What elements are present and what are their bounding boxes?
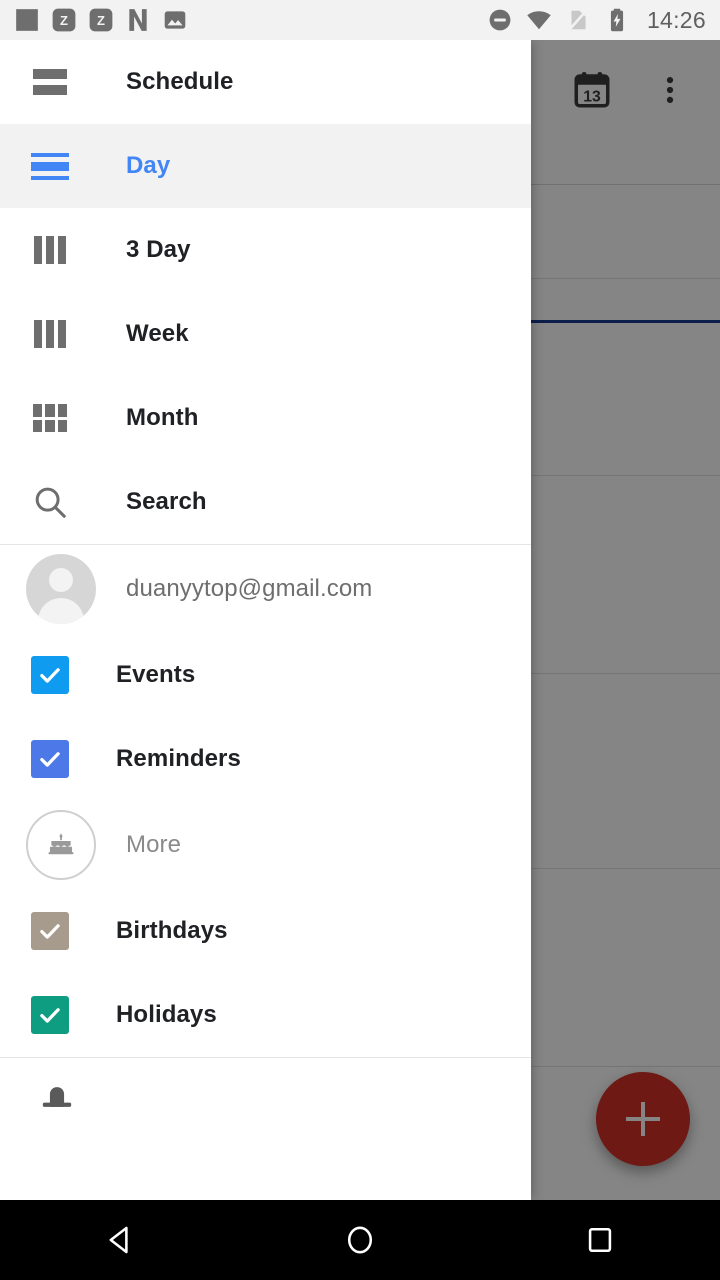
battery-charging-icon: [604, 7, 630, 33]
drawer-item-label: Week: [126, 320, 189, 348]
wifi-icon: [526, 7, 552, 33]
app-square-icon: [14, 7, 40, 33]
status-bar-system-icons: 14:26: [487, 7, 706, 34]
account-avatar: [26, 554, 96, 624]
recents-icon[interactable]: [555, 1200, 645, 1280]
drawer-item-label: Day: [126, 152, 170, 180]
calendar-toggle-holidays[interactable]: Holidays: [0, 973, 531, 1057]
status-bar-notifications: Z Z: [14, 7, 188, 33]
status-bar-clock: 14:26: [647, 7, 706, 34]
no-sim-icon: [565, 7, 591, 33]
drawer-item-label: Schedule: [126, 68, 234, 96]
week-icon: [26, 310, 74, 358]
home-icon[interactable]: [315, 1200, 405, 1280]
zoom-notification-icon: Z: [51, 7, 77, 33]
search-icon: [26, 478, 74, 526]
checkbox-checked-icon[interactable]: [31, 912, 69, 950]
calendar-label: More: [126, 831, 181, 859]
calendar-toggle-reminders[interactable]: Reminders: [0, 717, 531, 801]
screenshot-image-icon: [162, 7, 188, 33]
checkbox-checked-icon[interactable]: [31, 996, 69, 1034]
drawer-item-label: Search: [126, 488, 207, 516]
birthday-cake-icon: [26, 810, 96, 880]
schedule-icon: [26, 58, 74, 106]
calendar-toggle-events[interactable]: Events: [0, 633, 531, 717]
zoom-notification-icon-2: Z: [88, 7, 114, 33]
calendar-toggle-birthdays[interactable]: Birthdays: [0, 889, 531, 973]
calendar-label: Holidays: [116, 1001, 217, 1029]
month-icon: [26, 394, 74, 442]
status-bar: Z Z: [0, 0, 720, 40]
calendar-label: Events: [116, 661, 195, 689]
system-navigation-bar: [0, 1200, 720, 1280]
calendar-label: Birthdays: [116, 917, 228, 945]
back-icon[interactable]: [75, 1200, 165, 1280]
settings-icon-partial[interactable]: [0, 1058, 531, 1108]
drawer-item-three-day[interactable]: 3 Day: [0, 208, 531, 292]
calendar-more-row[interactable]: More: [0, 801, 531, 889]
drawer-item-label: Month: [126, 404, 198, 432]
do-not-disturb-icon: [487, 7, 513, 33]
drawer-item-day[interactable]: Day: [0, 124, 531, 208]
drawer-item-label: 3 Day: [126, 236, 191, 264]
drawer-item-week[interactable]: Week: [0, 292, 531, 376]
drawer-item-schedule[interactable]: Schedule: [0, 40, 531, 124]
checkbox-checked-icon[interactable]: [31, 656, 69, 694]
account-row[interactable]: duanyytop@gmail.com: [0, 545, 531, 633]
three-day-icon: [26, 226, 74, 274]
day-view-icon: [26, 142, 74, 190]
zoom-icon-glyph: Z: [60, 13, 68, 28]
calendar-label: Reminders: [116, 745, 241, 773]
drawer-item-month[interactable]: Month: [0, 376, 531, 460]
netflix-notification-icon: [125, 7, 151, 33]
navigation-drawer: Schedule Day 3 Day Week Month: [0, 40, 531, 1200]
checkbox-checked-icon[interactable]: [31, 740, 69, 778]
drawer-item-search[interactable]: Search: [0, 460, 531, 544]
account-email: duanyytop@gmail.com: [126, 575, 372, 603]
zoom-icon-glyph-2: Z: [97, 13, 105, 28]
